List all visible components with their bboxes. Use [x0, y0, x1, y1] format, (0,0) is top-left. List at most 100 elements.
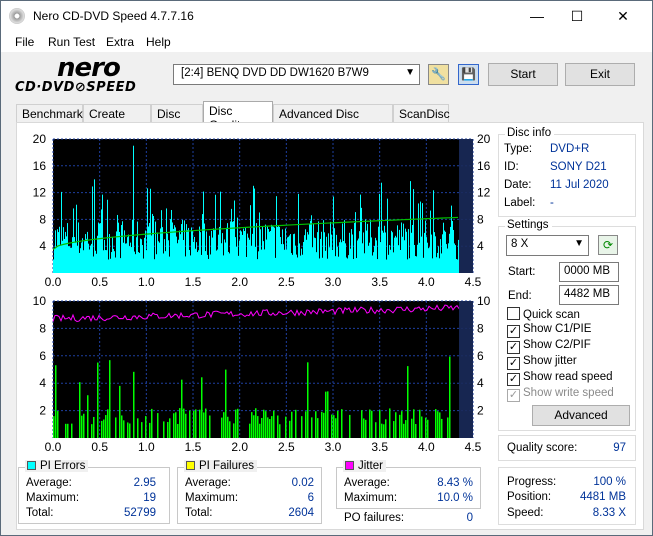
pi-failure-bar — [317, 418, 319, 438]
disc-info-icon[interactable]: 🔧 — [428, 64, 449, 85]
pi-error-bar — [407, 259, 408, 273]
speed-select[interactable]: 8 X ▼ — [506, 235, 589, 256]
pi-error-bar — [403, 223, 404, 273]
pi-failure-bar — [253, 415, 255, 438]
pi-error-bar — [114, 251, 115, 273]
menu-file[interactable]: File — [15, 35, 34, 49]
show-c1-checkbox[interactable]: ✓ Show C1/PIE — [507, 323, 591, 338]
pi-failure-bar — [305, 411, 307, 438]
pi-error-bar — [184, 220, 185, 273]
pi-error-bar — [335, 256, 336, 273]
pi-error-bar — [104, 239, 105, 273]
start-input[interactable]: 0000 MB — [559, 262, 619, 282]
pi-error-bar — [202, 214, 203, 273]
y-tick-label-left: 10 — [33, 294, 47, 308]
tab-create-disc[interactable]: Create Disc — [83, 104, 151, 135]
pi-error-bar — [178, 239, 179, 273]
tab-disc-quality[interactable]: Disc Quality — [203, 101, 273, 132]
pi-failures-average: 0.02 — [291, 477, 314, 489]
pi-error-bar — [179, 230, 180, 273]
refresh-icon[interactable]: ⟳ — [598, 235, 618, 255]
po-failures-value: 0 — [466, 512, 473, 524]
pi-error-bar — [242, 234, 243, 273]
pi-error-bar — [336, 234, 337, 273]
pi-failures-swatch — [186, 461, 195, 470]
pi-failure-bar — [375, 422, 377, 438]
pi-error-bar — [340, 239, 341, 273]
pi-error-bar — [83, 250, 84, 273]
start-button[interactable]: Start — [488, 63, 558, 86]
tab-advanced-disc-quality[interactable]: Advanced Disc Quality — [273, 104, 393, 135]
pi-failures-maximum: 6 — [307, 492, 314, 504]
pi-errors-swatch — [27, 461, 36, 470]
pi-error-bar — [113, 248, 114, 273]
pi-error-bar — [53, 259, 54, 273]
pi-error-bar — [197, 252, 198, 273]
exit-button[interactable]: Exit — [565, 63, 635, 86]
pi-error-bar — [328, 233, 329, 273]
quick-scan-checkbox[interactable]: Quick scan — [507, 307, 580, 321]
tab-scandisc[interactable]: ScanDisc — [393, 104, 450, 123]
close-button[interactable]: ✕ — [600, 1, 646, 32]
pi-error-bar — [421, 236, 422, 273]
disc-type-value: DVD+R — [550, 143, 590, 155]
pi-failure-bar — [107, 409, 109, 438]
pi-failure-bar — [271, 416, 273, 438]
pi-failure-bar — [199, 409, 201, 438]
pi-error-bar — [58, 232, 59, 273]
pi-error-bar — [155, 221, 156, 273]
show-c2-checkbox[interactable]: ✓ Show C2/PIF — [507, 339, 591, 354]
pi-failure-bar — [71, 423, 73, 438]
pi-failure-bar — [405, 420, 407, 438]
pi-error-bar — [67, 223, 68, 273]
pi-failure-bar — [395, 412, 397, 438]
x-tick-label: 4.5 — [465, 275, 482, 289]
advanced-button[interactable]: Advanced — [532, 405, 630, 426]
end-input[interactable]: 4482 MB — [559, 285, 619, 305]
pi-error-bar — [275, 257, 276, 273]
pi-error-bar — [133, 145, 134, 273]
x-tick-label: 0.0 — [45, 275, 62, 289]
pi-error-bar — [54, 247, 55, 273]
pi-error-bar — [345, 243, 346, 273]
pi-error-bar — [262, 226, 263, 273]
pi-error-bar — [195, 248, 196, 273]
pi-error-bar — [270, 230, 271, 273]
pi-error-bar — [94, 179, 95, 273]
pi-error-bar — [212, 237, 213, 273]
unscanned-region — [459, 301, 473, 438]
pi-error-bar — [183, 240, 184, 273]
save-icon[interactable]: 💾 — [458, 64, 479, 85]
pi-failure-bar — [67, 423, 69, 438]
tab-benchmark[interactable]: Benchmark — [16, 104, 83, 123]
pi-failure-bar — [123, 420, 125, 438]
pi-error-bar — [295, 245, 296, 273]
pi-error-bar — [359, 231, 360, 273]
pi-error-bar — [137, 221, 138, 273]
tab-disc-info[interactable]: Disc Info — [151, 104, 203, 135]
pi-failure-bar — [201, 377, 203, 438]
pi-error-bar — [172, 222, 173, 273]
pi-error-bar — [353, 259, 354, 273]
menu-run-test[interactable]: Run Test — [48, 35, 95, 49]
x-tick-label: 4.5 — [465, 440, 482, 454]
pi-failure-bar — [369, 409, 371, 438]
pi-failure-bar — [83, 413, 85, 438]
pi-error-bar — [417, 244, 418, 273]
pi-error-bar — [99, 223, 100, 273]
drive-select[interactable]: [2:4] BENQ DVD DD DW1620 B7W9 ▼ — [173, 64, 420, 85]
pi-error-bar — [265, 224, 266, 273]
show-read-speed-checkbox[interactable]: ✓ Show read speed — [507, 371, 613, 386]
pi-failure-bar — [133, 371, 135, 438]
pi-error-bar — [439, 258, 440, 273]
pi-error-bar — [319, 258, 320, 273]
pi-error-bar — [154, 259, 155, 273]
pi-failure-bar — [205, 408, 207, 438]
pi-error-bar — [92, 186, 93, 273]
maximize-button[interactable]: ☐ — [554, 1, 600, 32]
pi-error-bar — [397, 225, 398, 273]
menu-extra[interactable]: Extra — [106, 35, 134, 49]
menu-help[interactable]: Help — [146, 35, 171, 49]
y-tick-label-left: 8 — [39, 212, 46, 226]
show-jitter-checkbox[interactable]: ✓ Show jitter — [507, 355, 577, 370]
